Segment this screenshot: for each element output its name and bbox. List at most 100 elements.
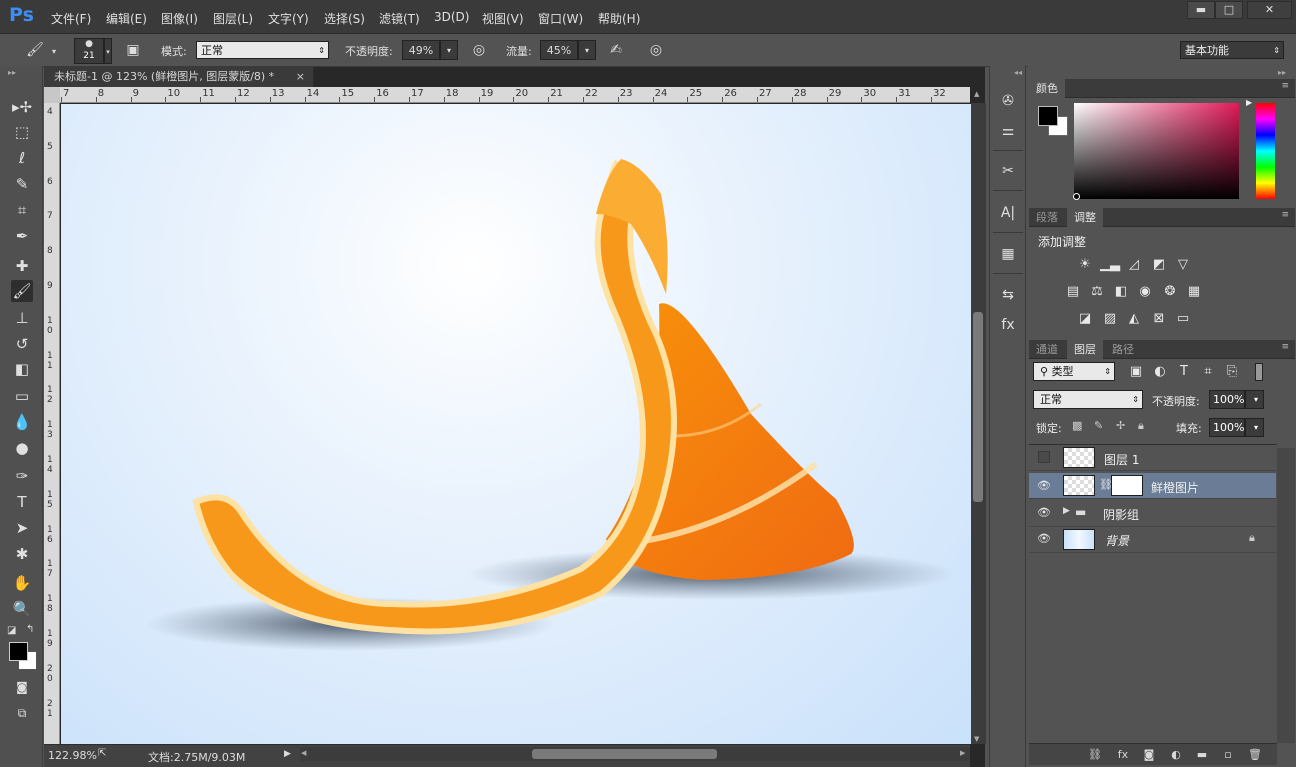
tab-layers[interactable]: 图层 — [1067, 340, 1103, 359]
menu-filter[interactable]: 滤镜(T) — [379, 10, 420, 27]
path-select-tool-icon[interactable]: ➤ — [11, 517, 33, 539]
dodge-tool-icon[interactable]: ● — [11, 437, 33, 459]
brush-size-picker[interactable]: ● 21 — [74, 38, 104, 64]
workspace-select[interactable]: 基本功能 ⇕ — [1180, 41, 1284, 59]
scroll-left-icon[interactable]: ◀ — [301, 749, 306, 757]
fill-dropdown-icon[interactable]: ▾ — [1245, 418, 1264, 437]
image-canvas[interactable] — [61, 104, 971, 744]
new-layer-icon[interactable]: ▫ — [1219, 746, 1237, 764]
panel-menu-icon[interactable]: ≡ — [1281, 81, 1289, 91]
menu-select[interactable]: 选择(S) — [324, 10, 365, 27]
gradient-map-icon[interactable]: ▭ — [1173, 309, 1193, 329]
layer-row[interactable]: 图层 1 — [1029, 445, 1276, 471]
flow-field[interactable]: 45% — [540, 40, 578, 60]
menu-view[interactable]: 视图(V) — [482, 10, 524, 27]
lock-transparent-icon[interactable]: ▩ — [1072, 419, 1082, 432]
grid-panel-icon[interactable]: ▦ — [997, 243, 1019, 265]
filter-toggle-switch[interactable] — [1255, 363, 1263, 381]
color-picker-marker[interactable] — [1073, 193, 1080, 200]
default-colors-icon[interactable]: ◪ — [7, 625, 16, 636]
airbrush-icon[interactable]: ✍ — [605, 40, 627, 60]
vertical-scroll-thumb[interactable] — [973, 312, 983, 502]
menu-edit[interactable]: 编辑(E) — [106, 10, 147, 27]
curves-icon[interactable]: ◿ — [1124, 255, 1144, 275]
eyedropper-tool-icon[interactable]: ✒ — [11, 225, 33, 247]
black-white-icon[interactable]: ◧ — [1111, 282, 1131, 302]
filter-pixel-icon[interactable]: ▣ — [1126, 362, 1146, 382]
collapse-dock-icon[interactable]: ▸▸ — [1278, 68, 1286, 77]
menu-image[interactable]: 图像(I) — [161, 10, 198, 27]
color-field[interactable] — [1074, 103, 1239, 199]
crop-tool-icon[interactable]: ⌗ — [11, 199, 33, 221]
hue-slider[interactable] — [1256, 103, 1275, 199]
layers-scrollbar[interactable] — [1277, 448, 1295, 743]
opacity-field[interactable]: 49% — [402, 40, 440, 60]
threshold-icon[interactable]: ◭ — [1124, 309, 1144, 329]
trash-icon[interactable]: 🗑︎ — [1246, 746, 1264, 764]
color-lookup-icon[interactable]: ▦ — [1184, 282, 1204, 302]
eye-icon[interactable]: 👁 — [1036, 531, 1052, 547]
color-balance-icon[interactable]: ⚖ — [1087, 282, 1107, 302]
blend-mode-select[interactable]: 正常 ⇕ — [1033, 390, 1143, 409]
maximize-button[interactable]: □ — [1215, 1, 1243, 19]
scroll-right-icon[interactable]: ▶ — [960, 749, 965, 757]
collapse-strip-icon[interactable]: ◂◂ — [1014, 68, 1022, 77]
hue-slider-handle-icon[interactable]: ▶ — [1246, 98, 1252, 107]
tab-paragraph[interactable]: 段落 — [1029, 208, 1065, 227]
levels-icon[interactable]: ▁▃ — [1100, 255, 1120, 275]
panel-menu-icon[interactable]: ≡ — [1281, 342, 1289, 352]
hand-tool-icon[interactable]: ✋ — [11, 572, 33, 594]
exposure-icon[interactable]: ◩ — [1149, 255, 1169, 275]
tab-color[interactable]: 颜色 — [1029, 79, 1065, 98]
link-layers-icon[interactable]: ⛓ — [1086, 746, 1104, 764]
add-mask-icon[interactable]: ◙ — [1140, 746, 1158, 764]
new-group-icon[interactable]: ▬ — [1193, 746, 1211, 764]
layer-row[interactable]: 👁 ⛓ 鲜橙图片 — [1029, 473, 1276, 499]
marquee-tool-icon[interactable]: ⬚ — [11, 121, 33, 143]
character-panel-icon[interactable]: A| — [997, 202, 1019, 224]
scroll-down-icon[interactable]: ▼ — [974, 735, 979, 743]
horizontal-ruler[interactable]: 7 8 9 10 11 12 13 14 15 16 17 18 19 20 21 22 23 24 25 26 27 2… — [60, 87, 970, 103]
visibility-off-box[interactable] — [1038, 451, 1050, 463]
history-brush-tool-icon[interactable]: ↺ — [11, 333, 33, 355]
quick-select-tool-icon[interactable]: ✎ — [11, 173, 33, 195]
brush-picker-arrow-icon[interactable]: ▾ — [104, 38, 112, 64]
move-tool-icon[interactable]: ▸✢ — [11, 96, 33, 118]
lock-image-icon[interactable]: ✎ — [1094, 419, 1103, 432]
vibrance-icon[interactable]: ▽ — [1173, 255, 1193, 275]
photo-filter-icon[interactable]: ◉ — [1135, 282, 1155, 302]
opacity-dropdown-icon[interactable]: ▾ — [440, 40, 458, 60]
layer-mask-thumbnail[interactable] — [1111, 475, 1143, 496]
screen-mode-icon[interactable]: ⧉ — [11, 702, 33, 724]
export-icon[interactable]: ⇱ — [98, 748, 106, 759]
collapse-toolbar-icon[interactable]: ▸▸ — [8, 68, 16, 77]
filter-type-icon[interactable]: T — [1174, 362, 1194, 382]
scroll-up-icon[interactable]: ▲ — [974, 90, 979, 98]
ruler-origin[interactable] — [44, 87, 60, 103]
expand-arrow-icon[interactable]: ▶ — [1063, 506, 1070, 516]
zoom-tool-icon[interactable]: 🔍 — [11, 598, 33, 620]
close-tab-icon[interactable]: × — [296, 67, 305, 87]
channel-mixer-icon[interactable]: ❂ — [1160, 282, 1180, 302]
brightness-icon[interactable]: ☀ — [1075, 255, 1095, 275]
foreground-color-swatch[interactable] — [9, 642, 28, 661]
tool-presets-icon[interactable]: ✂ — [997, 160, 1019, 182]
brush-tool-icon[interactable]: 🖌 — [11, 280, 33, 302]
panel-foreground-swatch[interactable] — [1038, 106, 1058, 126]
quick-mask-icon[interactable]: ◙ — [11, 676, 33, 698]
selective-color-icon[interactable]: ⊠ — [1149, 309, 1169, 329]
lasso-tool-icon[interactable]: ℓ — [11, 147, 33, 169]
fx-icon[interactable]: fx — [1114, 746, 1132, 764]
clone-stamp-tool-icon[interactable]: ⊥ — [11, 307, 33, 329]
brush-panel-icon[interactable]: ✇ — [997, 90, 1019, 112]
tab-paths[interactable]: 路径 — [1105, 340, 1141, 359]
layer-filter-select[interactable]: ⚲ 类型 ⇕ — [1033, 362, 1115, 381]
posterize-icon[interactable]: ▨ — [1100, 309, 1120, 329]
minimize-button[interactable]: ▬ — [1187, 1, 1215, 19]
menu-type[interactable]: 文字(Y) — [268, 10, 309, 27]
healing-brush-tool-icon[interactable]: ✚ — [11, 255, 33, 277]
eraser-tool-icon[interactable]: ◧ — [11, 358, 33, 380]
lock-all-icon[interactable]: 🔒︎ — [1138, 419, 1144, 433]
pressure-size-icon[interactable]: ◎ — [645, 40, 667, 60]
panel-menu-icon[interactable]: ≡ — [1281, 210, 1289, 220]
